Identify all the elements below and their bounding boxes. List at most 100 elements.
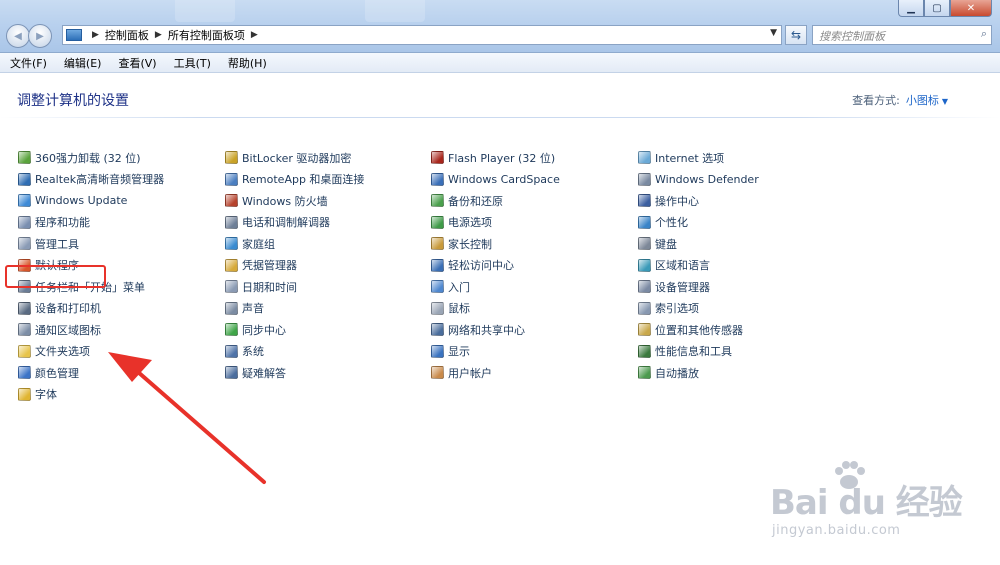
- close-button[interactable]: ✕: [950, 0, 992, 17]
- view-by-label: 查看方式:: [852, 94, 900, 107]
- view-by-dropdown[interactable]: 小图标: [906, 94, 939, 107]
- menu-tools[interactable]: 工具(T): [164, 55, 218, 71]
- firewall-icon: [225, 194, 238, 208]
- control-panel-item-label: 电源选项: [448, 216, 492, 230]
- personalize-icon: [638, 215, 651, 229]
- refresh-button[interactable]: ⇆: [785, 25, 807, 45]
- control-panel-item[interactable]: 轻松访问中心: [431, 255, 560, 277]
- control-panel-item-label: 家庭组: [242, 237, 275, 251]
- control-panel-item[interactable]: 个性化: [638, 212, 759, 234]
- control-panel-item-label: 网络和共享中心: [448, 323, 525, 337]
- control-panel-item[interactable]: 颜色管理: [18, 362, 164, 384]
- control-panel-item[interactable]: 日期和时间: [225, 276, 364, 298]
- control-panel-item[interactable]: 家长控制: [431, 233, 560, 255]
- control-panel-item[interactable]: Windows Update: [18, 190, 164, 212]
- control-panel-item[interactable]: 同步中心: [225, 319, 364, 341]
- control-panel-item[interactable]: 操作中心: [638, 190, 759, 212]
- minimize-button[interactable]: ▁: [898, 0, 924, 17]
- control-panel-item[interactable]: Flash Player (32 位): [431, 147, 560, 169]
- control-panel-item[interactable]: Windows 防火墙: [225, 190, 364, 212]
- flash-icon: [431, 151, 444, 165]
- control-panel-item[interactable]: 家庭组: [225, 233, 364, 255]
- control-panel-item[interactable]: 显示: [431, 341, 560, 363]
- cardspace-icon: [431, 172, 444, 186]
- items-column-2: BitLocker 驱动器加密 RemoteApp 和桌面连接 Windows 防火…: [225, 147, 364, 384]
- control-panel-item[interactable]: 系统: [225, 341, 364, 363]
- control-panel-item[interactable]: 网络和共享中心: [431, 319, 560, 341]
- control-panel-item[interactable]: 360强力卸载 (32 位): [18, 147, 164, 169]
- control-panel-item[interactable]: 鼠标: [431, 298, 560, 320]
- baidu-watermark: Bai du 经验 jingyan.baidu.com: [770, 455, 980, 545]
- address-dropdown-icon[interactable]: ▼: [770, 28, 777, 38]
- control-panel-item[interactable]: 键盘: [638, 233, 759, 255]
- control-panel-item[interactable]: 设备管理器: [638, 276, 759, 298]
- maximize-button[interactable]: ▢: [924, 0, 950, 17]
- control-panel-item[interactable]: RemoteApp 和桌面连接: [225, 169, 364, 191]
- control-panel-item[interactable]: 用户帐户: [431, 362, 560, 384]
- fonts-icon: [18, 387, 31, 401]
- menu-edit[interactable]: 编辑(E): [54, 55, 109, 71]
- clock-icon: [225, 280, 238, 294]
- control-panel-item[interactable]: 入门: [431, 276, 560, 298]
- control-panel-item[interactable]: 声音: [225, 298, 364, 320]
- control-panel-item[interactable]: 索引选项: [638, 298, 759, 320]
- control-panel-item-label: 索引选项: [655, 302, 699, 316]
- breadcrumb-all-items[interactable]: 所有控制面板项: [168, 27, 245, 43]
- menu-file[interactable]: 文件(F): [0, 55, 54, 71]
- control-panel-item[interactable]: 设备和打印机: [18, 298, 164, 320]
- remoteapp-icon: [225, 172, 238, 186]
- user-accounts-icon: [431, 366, 444, 380]
- page-title: 调整计算机的设置: [17, 93, 129, 109]
- menu-view[interactable]: 查看(V): [108, 55, 163, 71]
- search-icon[interactable]: ⌕: [981, 27, 987, 41]
- control-panel-item-label: 家长控制: [448, 237, 492, 251]
- control-panel-item[interactable]: 自动播放: [638, 362, 759, 384]
- control-panel-item[interactable]: 性能信息和工具: [638, 341, 759, 363]
- control-panel-item-label: 颜色管理: [35, 366, 79, 380]
- location-icon: [638, 323, 651, 337]
- control-panel-item[interactable]: Windows Defender: [638, 169, 759, 191]
- control-panel-item[interactable]: 程序和功能: [18, 212, 164, 234]
- control-panel-item-label: Windows Defender: [655, 172, 759, 186]
- breadcrumb-control-panel[interactable]: 控制面板: [105, 27, 149, 43]
- control-panel-item-label: BitLocker 驱动器加密: [242, 151, 352, 165]
- view-by: 查看方式: 小图标 ▼: [852, 92, 948, 108]
- control-panel-item[interactable]: 电源选项: [431, 212, 560, 234]
- sound-icon: [225, 301, 238, 315]
- control-panel-item[interactable]: BitLocker 驱动器加密: [225, 147, 364, 169]
- control-panel-item[interactable]: 文件夹选项: [18, 341, 164, 363]
- control-panel-item[interactable]: 管理工具: [18, 233, 164, 255]
- control-panel-item[interactable]: Windows CardSpace: [431, 169, 560, 191]
- highlight-box: [5, 265, 106, 288]
- breadcrumb-separator-icon[interactable]: ▶: [155, 30, 162, 40]
- control-panel-item[interactable]: 电话和调制解调器: [225, 212, 364, 234]
- forward-button[interactable]: ▶: [28, 24, 52, 48]
- folder-options-icon: [18, 344, 31, 358]
- breadcrumb-separator-icon[interactable]: ▶: [92, 30, 99, 40]
- search-input[interactable]: 搜索控制面板 ⌕: [812, 25, 992, 45]
- control-panel-item[interactable]: 备份和还原: [431, 190, 560, 212]
- back-button[interactable]: ◀: [6, 24, 30, 48]
- region-icon: [638, 258, 651, 272]
- control-panel-item[interactable]: 位置和其他传感器: [638, 319, 759, 341]
- control-panel-icon: [66, 29, 82, 41]
- breadcrumb-separator-icon[interactable]: ▶: [251, 30, 258, 40]
- control-panel-item-label: Windows CardSpace: [448, 172, 560, 186]
- control-panel-item[interactable]: 区域和语言: [638, 255, 759, 277]
- nav-buttons: ◀ ▶: [6, 24, 52, 48]
- control-panel-item-label: 疑难解答: [242, 366, 286, 380]
- mouse-icon: [431, 301, 444, 315]
- address-bar[interactable]: ▶ 控制面板 ▶ 所有控制面板项 ▶ ▼: [62, 25, 782, 45]
- control-panel-item[interactable]: 凭据管理器: [225, 255, 364, 277]
- control-panel-item-label: 性能信息和工具: [655, 345, 732, 359]
- control-panel-item[interactable]: 字体: [18, 384, 164, 406]
- chevron-down-icon[interactable]: ▼: [942, 97, 948, 106]
- control-panel-item-label: Windows Update: [35, 194, 128, 208]
- menu-help[interactable]: 帮助(H): [218, 55, 274, 71]
- control-panel-item[interactable]: 疑难解答: [225, 362, 364, 384]
- speaker-icon: [18, 172, 31, 186]
- control-panel-item-label: 文件夹选项: [35, 345, 90, 359]
- control-panel-item[interactable]: Realtek高清晰音频管理器: [18, 169, 164, 191]
- control-panel-item[interactable]: 通知区域图标: [18, 319, 164, 341]
- control-panel-item[interactable]: Internet 选项: [638, 147, 759, 169]
